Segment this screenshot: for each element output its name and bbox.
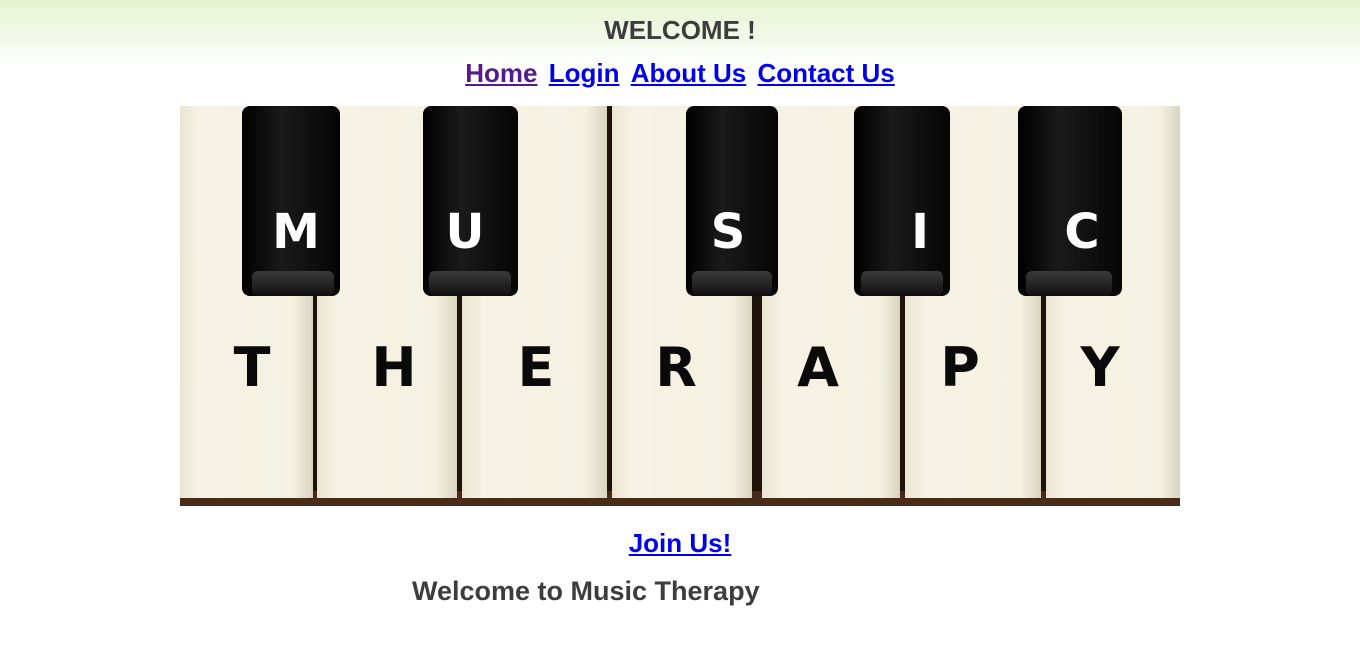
nav-link-login[interactable]: Login — [549, 58, 620, 88]
welcome-heading: WELCOME ! — [604, 15, 756, 45]
intro-heading: Welcome to Music Therapy — [412, 576, 760, 606]
white-key-letter: A — [797, 336, 839, 399]
nav-link-about-us[interactable]: About Us — [631, 58, 747, 88]
white-key-letter: R — [655, 336, 697, 399]
white-key-letter: H — [371, 336, 416, 399]
black-key-letter: S — [711, 204, 746, 260]
nav-link-home[interactable]: Home — [465, 58, 537, 88]
white-key-letter: Y — [1079, 336, 1120, 399]
black-key-letter: M — [272, 204, 320, 260]
music-therapy-banner-image: M U S I C T H E R A P Y — [180, 106, 1180, 506]
black-key-letter: C — [1064, 204, 1099, 260]
nav-link-contact-us[interactable]: Contact Us — [758, 58, 895, 88]
white-key-letter: P — [940, 336, 980, 399]
white-key-letter: T — [234, 336, 271, 399]
white-key-letter: E — [518, 336, 555, 399]
black-key-letter: U — [446, 204, 485, 260]
join-us-link[interactable]: Join Us! — [629, 528, 732, 558]
black-key-letter: I — [911, 204, 929, 260]
join-section: Join Us! — [0, 528, 1360, 559]
main-nav: Home Login About Us Contact Us — [0, 58, 1360, 89]
